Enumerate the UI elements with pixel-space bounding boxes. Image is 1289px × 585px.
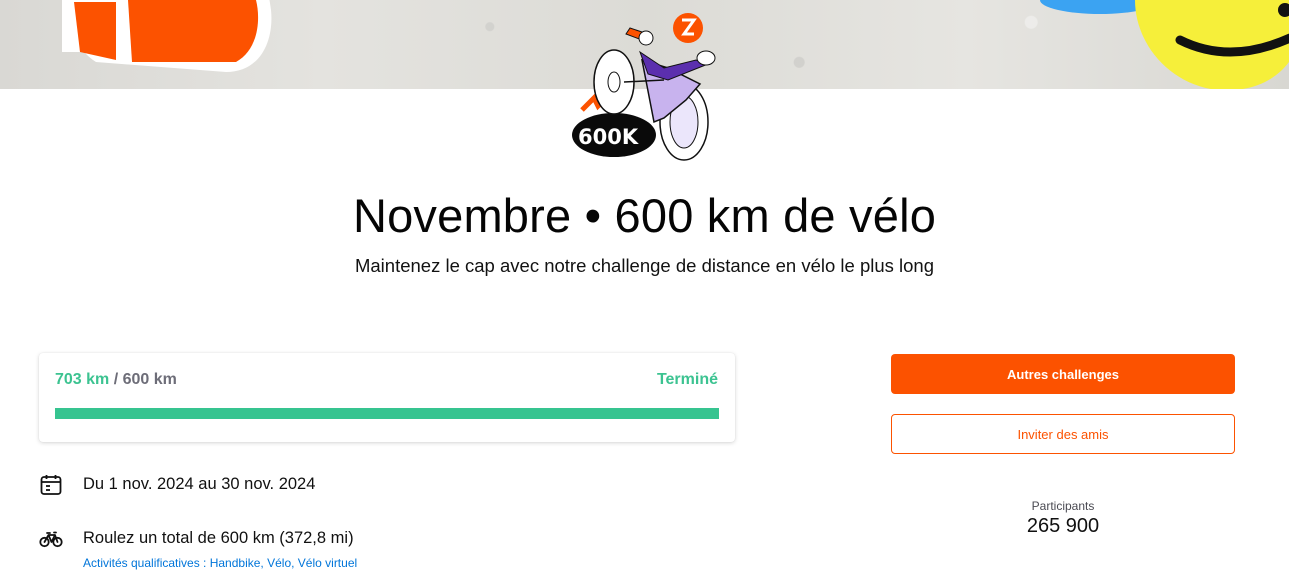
progress-separator: / [109,371,123,388]
bike-icon [39,531,63,548]
progress-card: 703 km / 600 km Terminé [39,353,735,442]
thumbs-sticker-image [62,0,272,72]
activity-link-handbike[interactable]: Handbike [210,556,261,570]
calendar-icon [40,475,62,495]
participants-count: 265 900 [1026,515,1100,537]
progress-status: Terminé [656,371,718,388]
progress-summary: 703 km / 600 km [55,371,177,389]
progress-bar-fill [55,408,719,419]
progress-goal: 600 km [122,371,177,388]
smiley-sticker-image [1040,0,1289,89]
activity-link-velo[interactable]: Vélo [267,556,291,570]
challenge-badge-image: 600K [572,13,716,161]
other-challenges-button[interactable]: Autres challenges [891,354,1235,394]
progress-current: 703 km [55,371,110,388]
activity-separator: , [291,556,298,570]
participants-label: Participants [1031,499,1095,513]
progress-bar [55,408,719,419]
invite-friends-button[interactable]: Inviter des amis [891,414,1235,454]
challenge-dates: Du 1 nov. 2024 au 30 nov. 2024 [83,475,316,493]
challenge-subtitle: Maintenez le cap avec notre challenge de… [354,255,935,276]
qualifying-activities: Activités qualificatives : Handbike, Vél… [83,556,357,570]
activity-link-velo-virtuel[interactable]: Vélo virtuel [298,556,357,570]
qualifying-label: Activités qualificatives : [83,556,210,570]
goal-text: Roulez un total de 600 km (372,8 mi) [83,529,354,547]
challenge-title: Novembre • 600 km de vélo [352,189,937,242]
badge-text: 600K [578,125,639,149]
